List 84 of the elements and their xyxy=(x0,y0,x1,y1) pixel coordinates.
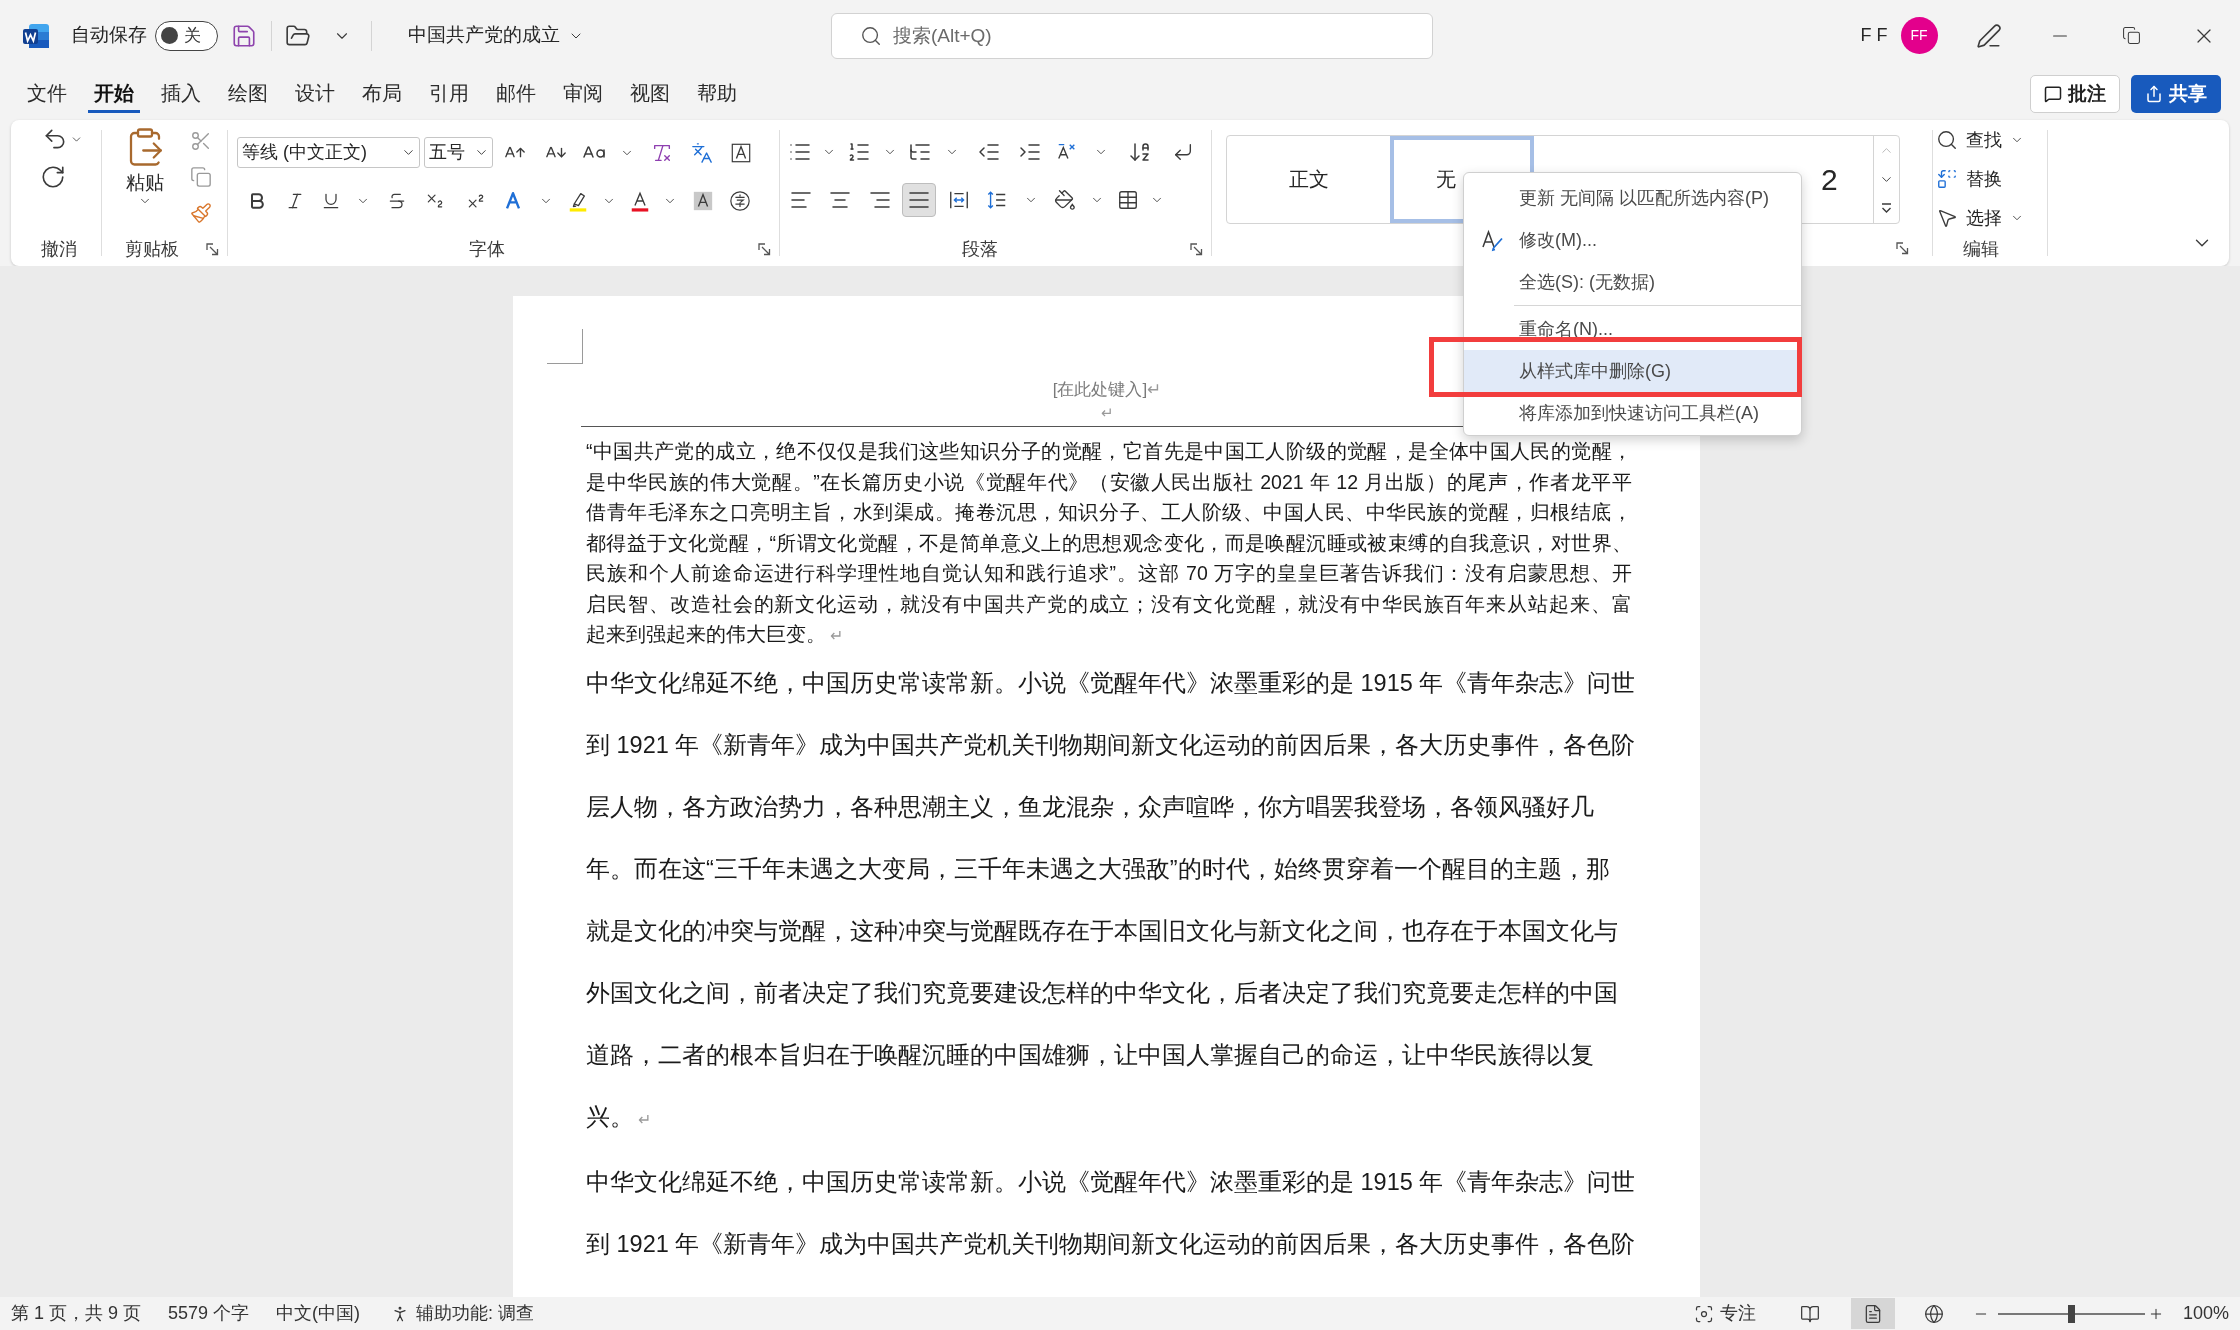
focus-button[interactable]: 专注 xyxy=(1693,1300,1756,1327)
distribute-icon[interactable] xyxy=(947,189,970,211)
document-title[interactable]: 中国共产党的成立 xyxy=(408,21,584,50)
ribbon-tab[interactable]: 帮助 xyxy=(691,75,743,113)
ribbon-tab[interactable]: 文件 xyxy=(21,75,73,113)
margin-corner-mark xyxy=(547,329,583,364)
scissors-icon[interactable] xyxy=(190,130,212,152)
strikethrough-icon[interactable] xyxy=(387,191,407,211)
ribbon-tab[interactable]: 设计 xyxy=(289,75,341,113)
header-placeholder[interactable]: [在此处键入]↵ xyxy=(1052,378,1162,401)
dialog-launcher-icon[interactable] xyxy=(206,242,219,256)
ribbon-tab[interactable]: 引用 xyxy=(423,75,475,113)
zoom-level[interactable]: 100% xyxy=(2182,1300,2229,1327)
word-count[interactable]: 5579 个字 xyxy=(168,1300,250,1327)
app-logo-icon xyxy=(22,21,50,50)
user-name: F F xyxy=(1859,24,1889,47)
body-paragraph: 中华文化绵延不绝，中国历史常读常新。小说《觉醒年代》浓墨重彩的是 1915 年《青年杂志》问世 到 1921 年《新青年》成为中国共产党机关刊物期间新文化运动的前因后果，各大历史事件，各色阶 xyxy=(586,1167,1636,1259)
body-paragraph: 中华文化绵延不绝，中国历史常读常新。小说《觉醒年代》浓墨重彩的是 1915 年《青年杂志》问世 到 1921 年《新青年》成为中国共产党机关刊物期间新文化运动的前因后果，各大历史事件，各色阶 层人物，各方政治势力，各种思潮主义，鱼龙混杂，众声喧哗，你方唱罢我登场，各领风骚好几 年。而在这“三千年未遇之大变局，三千年未遇之大强敌”的时代，始终贯穿着一个醒目的主题，那 就是文化的冲突与觉醒，这种冲突与觉醒既存在于本国旧文化与新文化之间，也存在于本国文化与 外国文化之间，前者决定了我们究竟要建设怎样的中华文化，后者决定了我们究竟要走怎样的中国 道路，二者的根本旨归在于唤醒沉睡的中国雄狮，让中国人掌握自己的命运，让中华民族得以复 兴。 ↵ xyxy=(586,668,1636,1132)
numbered-list-icon[interactable] xyxy=(847,140,871,164)
dialog-launcher-icon[interactable] xyxy=(1190,242,1203,256)
editing-button[interactable]: 替换 xyxy=(1936,161,2047,197)
shaded-letter-icon[interactable] xyxy=(691,190,714,212)
restore-icon[interactable] xyxy=(2121,26,2141,45)
pointer-icon[interactable] xyxy=(1936,207,1958,229)
autosave-label: 自动保存 xyxy=(71,23,147,48)
font-name-field[interactable]: 等线 (中文正文) xyxy=(237,137,420,168)
print-layout-button[interactable] xyxy=(1850,1298,1895,1329)
search-icon[interactable] xyxy=(860,24,882,47)
paste-button[interactable]: 粘贴 xyxy=(102,126,188,224)
search-field[interactable]: 搜索(Alt+Q) xyxy=(831,12,1433,59)
share-button[interactable]: 共享 xyxy=(2131,75,2221,113)
ribbon-tab[interactable]: 视图 xyxy=(624,75,676,113)
style-gallery-item[interactable]: 正文 xyxy=(1227,136,1390,223)
zoom-slider-thumb[interactable] xyxy=(2068,1304,2076,1323)
paint-bucket-icon[interactable] xyxy=(1054,189,1076,211)
font-size-field[interactable]: 五号 xyxy=(424,137,493,168)
pen-icon[interactable] xyxy=(1976,22,2002,49)
ribbon-tab[interactable]: 邮件 xyxy=(490,75,542,113)
autosave-toggle[interactable]: 关 xyxy=(155,20,218,51)
table-grid-icon[interactable] xyxy=(1116,189,1139,211)
group-label: 撤消 xyxy=(41,238,77,261)
menu-item[interactable]: 全选(S): (无数据) xyxy=(1464,261,1801,303)
redo-icon[interactable] xyxy=(40,164,66,190)
replace-icon[interactable] xyxy=(1936,168,1958,190)
expand-gallery-icon[interactable] xyxy=(1879,201,1894,216)
ribbon-tab[interactable]: 布局 xyxy=(356,75,408,113)
circled-character-icon[interactable] xyxy=(729,190,751,212)
user-avatar[interactable]: FF xyxy=(1900,17,1938,54)
save-icon[interactable] xyxy=(231,22,257,49)
globe-icon[interactable] xyxy=(1923,1303,1944,1324)
letter-pen-icon xyxy=(1480,228,1505,252)
return-arrow-icon[interactable] xyxy=(1172,141,1194,163)
language-icon[interactable] xyxy=(690,141,713,164)
paragraph-mark: ↵ xyxy=(1100,403,1114,423)
ribbon-tab[interactable]: 审阅 xyxy=(557,75,609,113)
ribbon-tab[interactable]: 绘图 xyxy=(222,75,274,113)
group-label: 剪贴板 xyxy=(125,238,179,261)
page-count[interactable]: 第 1 页，共 9 页 xyxy=(11,1300,142,1327)
group-label: 编辑 xyxy=(1963,238,1999,261)
ribbon-tab[interactable]: 开始 xyxy=(88,75,140,113)
dialog-launcher-icon[interactable] xyxy=(1896,242,1909,255)
dialog-launcher-icon[interactable] xyxy=(758,242,771,256)
language-status[interactable]: 中文(中国) xyxy=(276,1300,361,1327)
boxed-letter-icon[interactable] xyxy=(730,141,752,164)
zoom-slider[interactable] xyxy=(1997,1304,2145,1323)
line-spacing-icon[interactable] xyxy=(985,189,1008,211)
book-icon[interactable] xyxy=(1799,1303,1820,1324)
ribbon-tab[interactable]: 插入 xyxy=(155,75,207,113)
style-gallery-item[interactable]: 2 xyxy=(1807,136,1873,223)
search-icon[interactable] xyxy=(1936,129,1958,151)
copy-icon[interactable] xyxy=(190,166,212,188)
body-paragraph: “中国共产党的成立，绝不仅仅是我们这些知识分子的觉醒，它首先是中国工人阶级的觉醒，是全体中国人民的觉醒， 是中华民族的伟大觉醒。”在长篇历史小说《觉醒年代》（安徽人民出版社 2021 年 12 月出版）的尾声，作者龙平平 借青年毛泽东之口亮明主旨，水到渠成。掩卷沉思，知识分子、工人阶级、中国人民、中华民族的觉醒，归根结底， 都得益于文化觉醒，“所谓文化觉醒，不是简单意义上的思想观念变化，而是唤醒沉睡或被束缚的自我意识，对世界、 民族和个人前途命运进行科学理性地自觉认知和践行追求”。这部 70 万字的皇皇巨著告诉我们：没有启蒙思想、开 启民智、改造社会的新文化运动，就没有中国共产党的成立；没有文化觉醒，就没有中华民族百年来从站起来、富 起来到强起来的伟大巨变。 ↵ xyxy=(586,439,1632,647)
editing-button[interactable]: 选择 xyxy=(1936,200,2047,236)
paintbrush-icon[interactable] xyxy=(190,202,212,224)
editing-button[interactable]: 查找 xyxy=(1936,122,2047,158)
comment-icon[interactable] xyxy=(2044,85,2062,103)
group-label: 字体 xyxy=(469,238,505,261)
sort-icon[interactable] xyxy=(1127,140,1152,164)
menu-item[interactable]: 将库添加到快速访问工具栏(A) xyxy=(1464,392,1801,434)
comments-button[interactable]: 批注 xyxy=(2030,75,2120,113)
accessibility-status[interactable]: 辅助功能: 调查 xyxy=(416,1300,535,1327)
focus-icon[interactable] xyxy=(1693,1303,1714,1324)
group-label: 段落 xyxy=(962,238,998,261)
share-icon[interactable] xyxy=(2145,85,2163,103)
